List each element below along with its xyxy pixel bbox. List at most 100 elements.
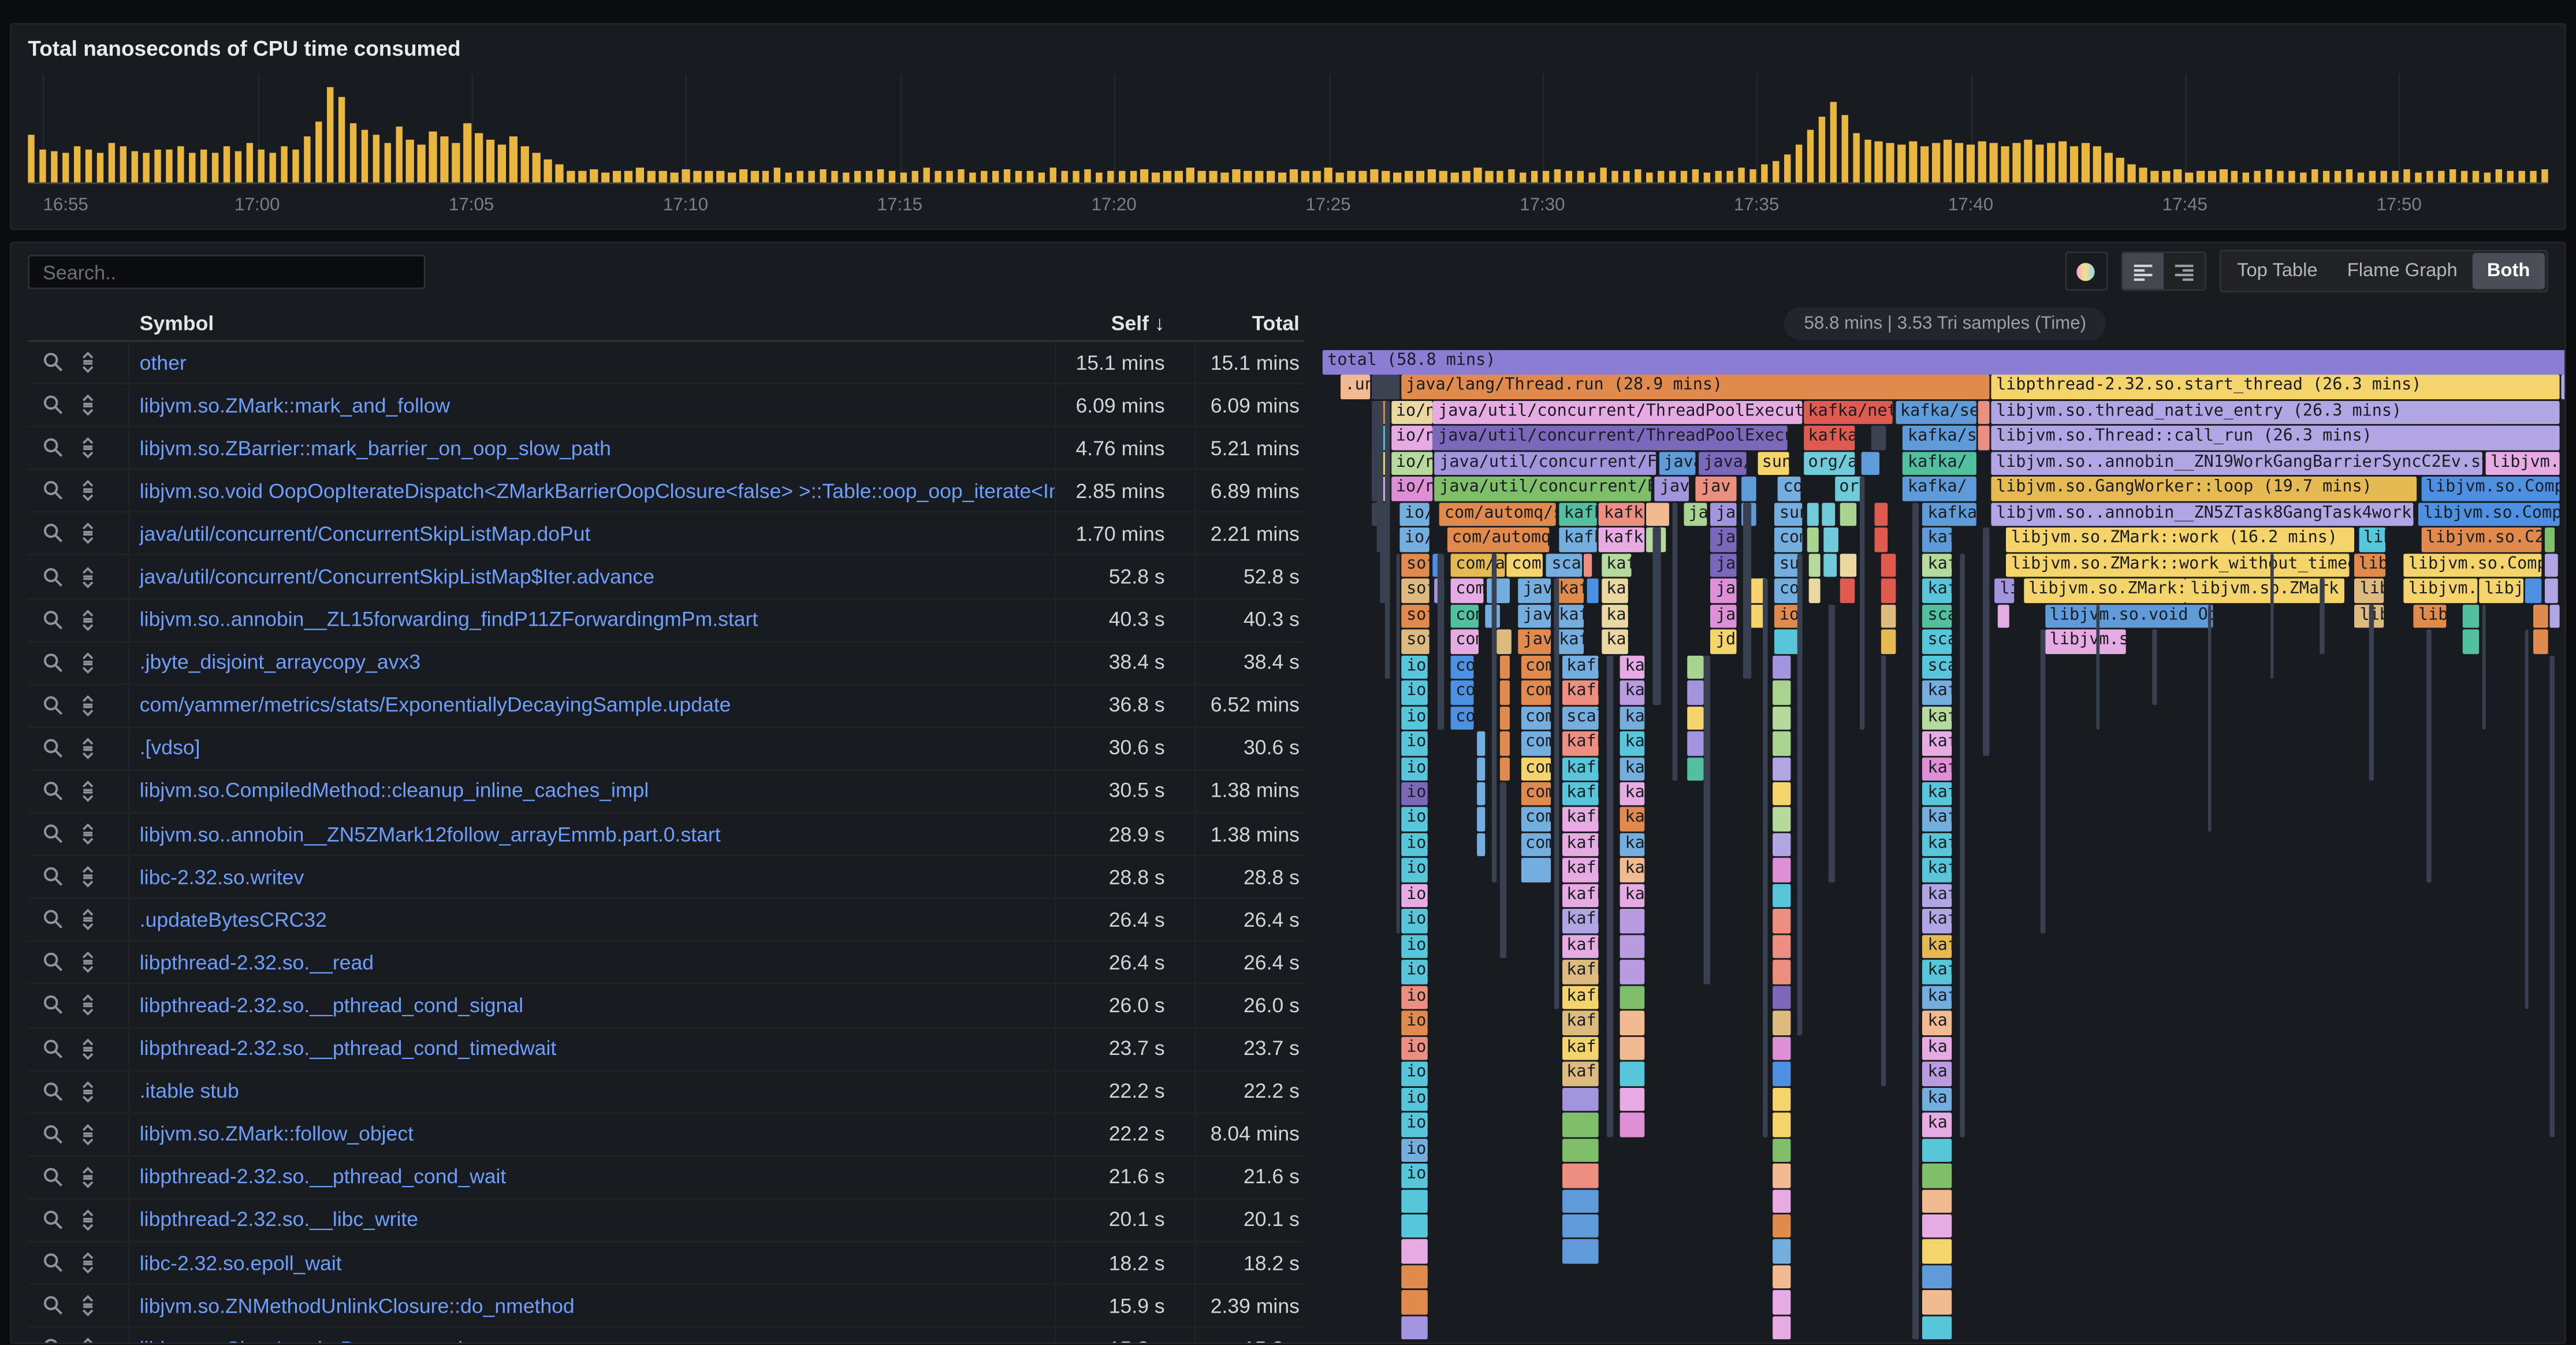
search-symbol-icon[interactable] [43, 695, 64, 716]
flame-block[interactable] [1773, 935, 1790, 958]
sandwich-view-icon[interactable] [77, 523, 99, 545]
flame-block[interactable]: ka [1620, 757, 1645, 781]
search-symbol-icon[interactable] [43, 523, 64, 545]
flame-block[interactable] [2462, 604, 2479, 628]
flame-block[interactable] [1773, 884, 1790, 908]
flame-block[interactable]: kafk [1562, 833, 1598, 857]
flame-block[interactable]: kaf [1923, 960, 1952, 984]
flame-block-unlabeled[interactable] [1385, 401, 1390, 679]
search-symbol-icon[interactable] [43, 352, 64, 373]
flame-block[interactable] [1923, 1316, 1952, 1340]
flame-block[interactable] [1773, 1113, 1790, 1136]
flame-block[interactable]: kafka/netwo [1803, 401, 1893, 425]
flame-block[interactable]: kaf [1923, 808, 1952, 831]
flame-block[interactable] [1521, 859, 1551, 882]
sandwich-view-icon[interactable] [77, 1124, 99, 1145]
flame-block[interactable]: cor [1451, 681, 1475, 704]
flame-block[interactable]: sof [1402, 630, 1429, 653]
flame-block[interactable]: java/u [1699, 452, 1747, 475]
flame-block[interactable] [1773, 1011, 1790, 1035]
flame-block[interactable]: io/ [1402, 884, 1428, 908]
flame-block[interactable]: com, [1521, 833, 1551, 857]
flame-block[interactable] [2533, 604, 2548, 628]
flame-block[interactable] [1646, 503, 1669, 526]
flame-block[interactable] [1562, 1138, 1598, 1162]
flame-block[interactable]: libjvm.so..annobin__ZN5ZTask8GangTask4wo… [1991, 503, 2413, 526]
flame-block-unlabeled[interactable] [2370, 604, 2373, 781]
flame-block[interactable]: ka [1620, 808, 1645, 831]
flame-block[interactable]: sca [1923, 604, 1952, 628]
symbol-link[interactable]: libpthread-2.32.so.__pthread_cond_signal [140, 994, 523, 1017]
sandwich-view-icon[interactable] [77, 695, 99, 716]
symbol-link[interactable]: libjvm.so.ClassLoaderData::oops_do [140, 1337, 474, 1344]
flame-block[interactable]: .un [1340, 376, 1370, 399]
flame-block[interactable] [1477, 833, 1486, 857]
search-symbol-icon[interactable] [43, 1338, 64, 1344]
flame-block[interactable]: ka [1620, 884, 1645, 908]
flame-block[interactable] [1687, 706, 1703, 730]
flame-block[interactable]: ka [1620, 731, 1645, 755]
search-symbol-icon[interactable] [43, 1209, 64, 1231]
flame-block[interactable] [1882, 579, 1896, 603]
flame-block[interactable]: kafka/ [1903, 477, 1976, 501]
search-symbol-icon[interactable] [43, 1124, 64, 1145]
flame-block-unlabeled[interactable] [1501, 782, 1507, 958]
flame-block[interactable]: jav [1711, 604, 1737, 628]
flame-block[interactable] [1839, 503, 1856, 526]
flame-block[interactable]: io/ [1402, 731, 1428, 755]
flame-block-unlabeled[interactable] [1703, 655, 1710, 984]
flame-block[interactable]: com, [1521, 808, 1551, 831]
view-top-table[interactable]: Top Table [2223, 253, 2333, 289]
flame-block[interactable] [1773, 1316, 1790, 1340]
flame-block[interactable]: kafka [1559, 503, 1596, 526]
flame-block[interactable]: io/ [1402, 1164, 1428, 1187]
flame-block[interactable] [1741, 477, 1756, 501]
flame-block[interactable]: com/ [1507, 553, 1543, 577]
flame-block-unlabeled[interactable] [2152, 630, 2157, 704]
flame-block[interactable] [1923, 1189, 1952, 1213]
flame-block[interactable] [1773, 1087, 1790, 1111]
flame-block[interactable]: ka [1923, 1087, 1952, 1111]
flame-block[interactable]: kaf [1923, 579, 1952, 603]
flame-block[interactable]: com, [1521, 655, 1551, 679]
flame-block[interactable]: scal [1547, 553, 1581, 577]
sandwich-view-icon[interactable] [77, 1081, 99, 1102]
flame-block[interactable] [1402, 1316, 1428, 1340]
flame-block[interactable] [1822, 503, 1836, 526]
flame-block[interactable]: kafk [1562, 859, 1598, 882]
search-symbol-icon[interactable] [43, 566, 64, 588]
flame-block[interactable] [1562, 1164, 1598, 1187]
sandwich-view-icon[interactable] [77, 909, 99, 931]
flame-block[interactable]: org/ [1834, 477, 1863, 501]
flame-block[interactable]: sof [1402, 604, 1429, 628]
flame-block[interactable] [1687, 731, 1703, 755]
sandwich-view-icon[interactable] [77, 437, 99, 459]
flame-block[interactable]: kaf [1923, 782, 1952, 806]
flame-block[interactable]: libjvm [2354, 553, 2385, 577]
flame-block[interactable] [1687, 757, 1703, 781]
flame-block[interactable]: io/ [1402, 706, 1428, 730]
flame-block-unlabeled[interactable] [2040, 630, 2045, 933]
flame-block[interactable]: kafka/r [1803, 426, 1854, 450]
search-symbol-icon[interactable] [43, 437, 64, 459]
flame-block[interactable]: com/aut [1451, 553, 1506, 577]
flame-block[interactable] [1808, 579, 1821, 603]
flame-block[interactable]: libjvm.so.Compi [2418, 503, 2560, 526]
flame-block[interactable]: kafk [1562, 884, 1598, 908]
flame-block[interactable]: ka [1620, 681, 1645, 704]
flame-block[interactable]: sca [1923, 630, 1952, 653]
view-flame-graph[interactable]: Flame Graph [2332, 253, 2472, 289]
flame-block[interactable]: kafka/ [1923, 503, 1976, 526]
flame-block[interactable] [1773, 1036, 1790, 1060]
flame-block[interactable]: com [1774, 528, 1801, 552]
flame-block[interactable]: com, [1521, 706, 1551, 730]
sandwich-view-icon[interactable] [77, 1338, 99, 1344]
flame-block[interactable]: kaf [1923, 884, 1952, 908]
flame-block[interactable]: libjvm.so..annobin__ZN19WorkGangBarrierS… [1991, 452, 2483, 475]
flame-block[interactable]: sun [1757, 452, 1789, 475]
flame-block[interactable]: sun [1774, 503, 1801, 526]
flame-block[interactable]: jav [1711, 579, 1737, 603]
flame-block[interactable] [1979, 426, 1989, 450]
flame-block[interactable]: com/automq/s [1447, 528, 1549, 552]
flame-block[interactable]: sca [1923, 655, 1952, 679]
